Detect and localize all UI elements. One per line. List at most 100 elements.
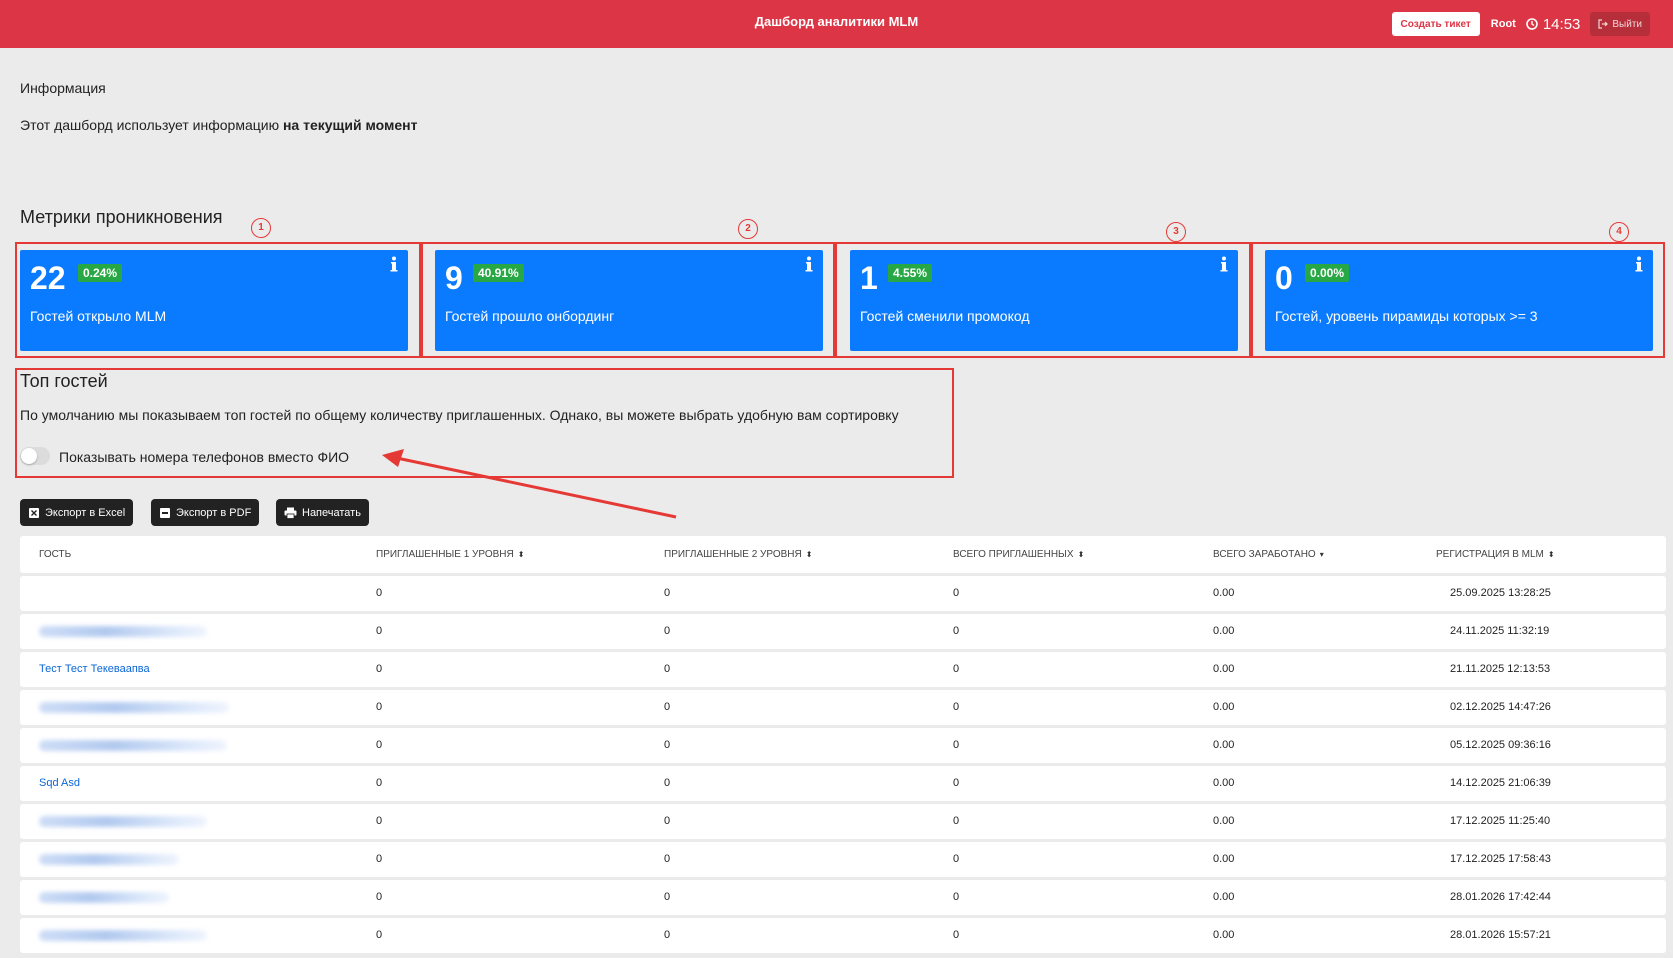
registration-cell: 24.11.2025 11:32:19 [1450,625,1550,637]
user-name[interactable]: Root [1491,18,1516,30]
phone-toggle-label[interactable]: Показывать номера телефонов вместо ФИО [59,449,349,465]
table-row: Тест Тест Текеваапва 0 0 0 0.00 21.11.2025 12… [20,652,1666,687]
redacted-guest-name[interactable] [39,854,179,865]
info-text-prefix: Этот дашборд использует информацию [20,117,283,133]
column-header-total-invited[interactable]: Всего приглашенных ⬍ [953,549,1084,560]
annotation-marker-3: 3 [1166,222,1186,242]
guest-cell[interactable]: Sqd Asd [39,777,80,789]
level1-cell: 0 [376,891,383,903]
registration-cell: 21.11.2025 12:13:53 [1450,663,1551,675]
registration-cell: 02.12.2025 14:47:26 [1450,701,1551,713]
toggle-knob [21,448,37,464]
print-label: Напечатать [302,506,361,519]
sort-icon: ⬍ [1547,550,1555,559]
redacted-guest-name[interactable] [39,740,227,751]
registration-cell: 25.09.2025 13:28:25 [1450,587,1551,599]
logout-label: Выйти [1612,18,1642,30]
clock-time: 14:53 [1542,15,1581,33]
excel-icon [29,507,39,518]
info-icon[interactable] [390,256,398,272]
clock: 14:53 [1526,15,1581,33]
top-guests-table: Гость Приглашенные 1 уровня ⬍ Приглашенны… [20,536,1666,956]
total-earned-cell: 0.00 [1213,587,1235,599]
phone-toggle[interactable] [20,447,50,465]
level1-cell: 0 [376,663,383,675]
table-row: 0 0 0 0.00 02.12.2025 14:47:26 [20,690,1666,725]
total-earned-cell: 0.00 [1213,815,1235,827]
total-invited-cell: 0 [953,853,960,865]
column-label: Всего заработано [1213,549,1316,560]
info-icon[interactable] [1635,256,1643,272]
annotation-arrow [382,449,677,519]
print-button[interactable]: Напечатать [276,499,369,526]
table-row: 0 0 0 0.00 17.12.2025 11:25:40 [20,804,1666,839]
redacted-guest-name[interactable] [39,816,207,827]
sort-icon: ⬍ [1077,550,1085,559]
metric-percent-badge: 0.00% [1305,264,1350,282]
export-excel-label: Экспорт в Excel [45,506,126,519]
clock-icon [1526,18,1538,30]
column-label: Гость [39,549,72,560]
registration-cell: 05.12.2025 09:36:16 [1450,739,1551,751]
total-earned-cell: 0.00 [1213,853,1235,865]
metric-value: 22 [30,260,66,296]
registration-cell: 14.12.2025 21:06:39 [1450,777,1551,789]
total-earned-cell: 0.00 [1213,891,1235,903]
guest-cell[interactable]: Тест Тест Текеваапва [39,663,150,675]
total-invited-cell: 0 [953,815,960,827]
level2-cell: 0 [664,701,671,713]
total-earned-cell: 0.00 [1213,625,1235,637]
column-header-level2[interactable]: Приглашенные 2 уровня ⬍ [664,549,812,560]
annotation-marker-2: 2 [738,219,758,239]
metric-value: 1 [860,260,878,296]
logout-icon [1598,19,1609,29]
table-row: 0 0 0 0.00 28.01.2026 17:42:44 [20,880,1666,915]
total-invited-cell: 0 [953,663,960,675]
top-bar: Дашборд аналитики MLM Создать тикет Root… [0,0,1673,48]
metric-label: Гостей, уровень пирамиды которых >= 3 [1275,308,1538,324]
level2-cell: 0 [664,891,671,903]
total-earned-cell: 0.00 [1213,739,1235,751]
column-label: Регистрация в MLM [1436,549,1544,560]
total-invited-cell: 0 [953,777,960,789]
table-row: 0 0 0 0.00 28.01.2026 15:57:21 [20,918,1666,953]
info-icon[interactable] [805,256,813,272]
info-icon[interactable] [1220,256,1228,272]
info-text: Этот дашборд использует информацию на те… [20,117,417,133]
metric-percent-badge: 40.91% [473,264,524,282]
redacted-guest-name[interactable] [39,702,229,713]
level2-cell: 0 [664,853,671,865]
redacted-guest-name[interactable] [39,892,169,903]
registration-cell: 28.01.2026 17:42:44 [1450,891,1551,903]
metric-value: 0 [1275,260,1293,296]
level1-cell: 0 [376,777,383,789]
level1-cell: 0 [376,587,383,599]
column-header-level1[interactable]: Приглашенные 1 уровня ⬍ [376,549,524,560]
redacted-guest-name[interactable] [39,626,207,637]
export-pdf-button[interactable]: Экспорт в PDF [151,499,260,526]
info-text-bold: на текущий момент [282,117,418,133]
column-label: Всего приглашенных [953,549,1074,560]
table-body: 0 0 0 0.00 25.09.2025 13:28:25 0 0 0 0.00 24.11.2… [20,576,1666,953]
pdf-icon [160,507,170,518]
create-ticket-button[interactable]: Создать тикет [1391,12,1480,36]
info-heading: Информация [20,80,106,96]
column-label: Приглашенные 1 уровня [376,549,514,560]
column-header-guest[interactable]: Гость [39,549,71,560]
redacted-guest-name[interactable] [39,930,207,941]
column-header-total-earned[interactable]: Всего заработано ▾ [1213,549,1324,560]
level2-cell: 0 [664,815,671,827]
total-earned-cell: 0.00 [1213,663,1235,675]
metric-card-promocode: 1 4.55% Гостей сменили промокод [850,250,1238,351]
metric-label: Гостей сменили промокод [860,308,1030,324]
printer-icon [284,507,297,519]
metric-card-opened: 22 0.24% Гостей открыло MLM [20,250,408,351]
logout-button[interactable]: Выйти [1590,12,1650,36]
total-earned-cell: 0.00 [1213,701,1235,713]
export-excel-button[interactable]: Экспорт в Excel [20,499,134,526]
export-pdf-label: Экспорт в PDF [176,506,252,519]
column-header-registration[interactable]: Регистрация в MLM ⬍ [1436,549,1555,560]
sort-icon: ⬍ [517,550,525,559]
total-invited-cell: 0 [953,587,960,599]
top-guests-description: По умолчанию мы показываем топ гостей по… [20,407,899,423]
